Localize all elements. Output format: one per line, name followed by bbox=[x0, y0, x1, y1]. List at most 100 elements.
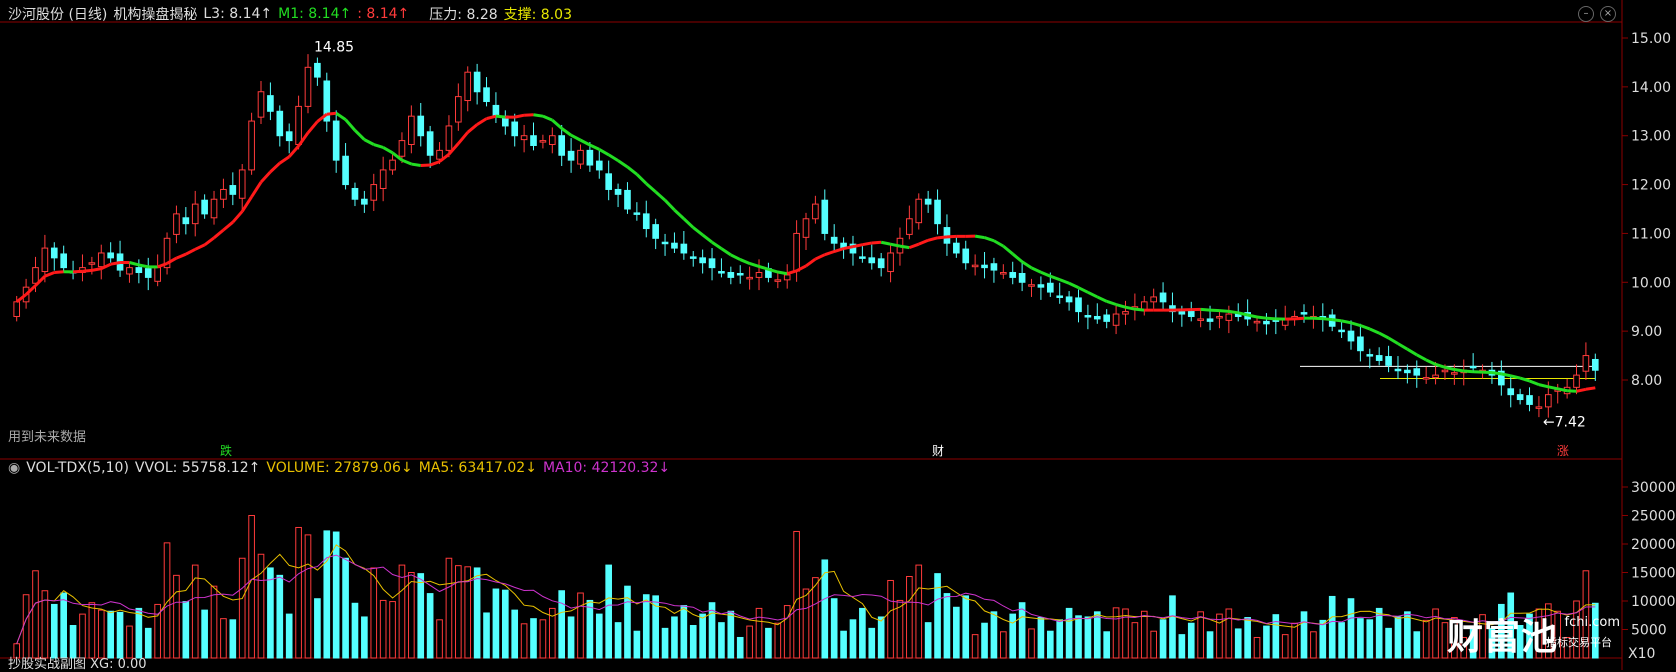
volume-bar bbox=[775, 623, 781, 658]
watermark-tag: 指标交易平台 bbox=[1546, 634, 1612, 650]
candle-body bbox=[982, 265, 988, 267]
candle-body bbox=[1207, 319, 1213, 321]
candle-body bbox=[1574, 375, 1580, 387]
price-axis: 8.009.0010.0011.0012.0013.0014.0015.00 bbox=[1622, 31, 1671, 389]
collapse-icon[interactable]: ◉ bbox=[8, 460, 20, 476]
candle-body bbox=[1104, 315, 1110, 321]
volume-bar bbox=[1170, 596, 1176, 658]
volume-axis: 50001000015000200002500030000 bbox=[1622, 480, 1676, 639]
zhang-marker: 涨 bbox=[1557, 443, 1569, 458]
ma-segment bbox=[825, 252, 834, 255]
ma-segment bbox=[1539, 385, 1548, 387]
candle-body bbox=[239, 170, 245, 198]
ma-segment bbox=[1248, 315, 1257, 317]
ma-segment bbox=[364, 140, 373, 145]
volume-bar bbox=[559, 591, 565, 658]
candle-body bbox=[315, 63, 321, 77]
volume-bar bbox=[484, 613, 490, 658]
ma-segment bbox=[111, 262, 120, 264]
volume-bar bbox=[1104, 632, 1110, 658]
volume-bar bbox=[756, 608, 762, 658]
ma-segment bbox=[674, 210, 683, 219]
candle-body bbox=[831, 237, 837, 243]
candle-body bbox=[521, 136, 527, 140]
candle-body bbox=[155, 268, 161, 282]
volume-bar bbox=[878, 617, 884, 658]
candle-body bbox=[1395, 369, 1401, 371]
ma-segment bbox=[806, 259, 815, 266]
volume-bar bbox=[935, 574, 941, 658]
volume-bar bbox=[427, 594, 433, 658]
ma-segment bbox=[552, 120, 561, 128]
volume-bar bbox=[230, 620, 236, 658]
volume-bar bbox=[766, 628, 772, 658]
candle-body bbox=[456, 97, 462, 122]
ma-segment bbox=[731, 255, 740, 260]
volume-bar bbox=[719, 623, 725, 658]
ma-segment bbox=[1454, 369, 1463, 370]
candle-body bbox=[399, 141, 405, 157]
candle-body bbox=[1452, 373, 1458, 375]
volume-bar bbox=[1254, 637, 1260, 658]
ma-segment bbox=[1266, 318, 1275, 319]
minimize-icon[interactable]: – bbox=[1578, 6, 1594, 22]
volume-bar bbox=[98, 610, 104, 658]
ma-segment bbox=[599, 149, 608, 154]
volume-bar bbox=[89, 603, 95, 658]
volume-bar bbox=[954, 607, 960, 658]
price-tick-label: 13.00 bbox=[1631, 129, 1671, 145]
volume-bar bbox=[446, 558, 452, 658]
ma-segment bbox=[1219, 311, 1228, 312]
ma-segment bbox=[759, 266, 768, 269]
candle-body bbox=[775, 280, 781, 282]
ma-segment bbox=[1464, 371, 1473, 372]
candle-body bbox=[174, 214, 180, 235]
volume-bar bbox=[831, 599, 837, 658]
ma-segment bbox=[1013, 254, 1022, 262]
volume-bar bbox=[662, 628, 668, 658]
ma10-value: MA10: 42120.32↓ bbox=[543, 460, 670, 476]
volume-bar bbox=[343, 558, 349, 658]
ma-segment bbox=[1107, 301, 1116, 304]
candle-body bbox=[878, 259, 884, 268]
indicator-name[interactable]: 机构操盘揭秘 bbox=[113, 4, 197, 24]
close-icon[interactable]: × bbox=[1600, 6, 1616, 22]
ma-segment bbox=[308, 122, 317, 133]
volume-bar bbox=[672, 617, 678, 658]
candle-body bbox=[352, 188, 358, 199]
volume-bar bbox=[1085, 617, 1091, 658]
volume-bar bbox=[587, 600, 593, 658]
candle-body bbox=[249, 121, 255, 170]
ma-segment bbox=[1097, 297, 1106, 301]
volume-bar bbox=[362, 617, 368, 658]
candle-body bbox=[784, 275, 790, 280]
ma-segment bbox=[270, 163, 279, 172]
ma-segment bbox=[1586, 388, 1595, 389]
ma-segment bbox=[750, 263, 759, 266]
candle-body bbox=[1414, 369, 1420, 375]
candle-body bbox=[427, 132, 433, 155]
stock-title[interactable]: 沙河股份 (日线) bbox=[8, 4, 107, 24]
vol-indicator-name[interactable]: VOL-TDX(5,10) bbox=[26, 460, 129, 476]
volume-bar bbox=[521, 624, 527, 658]
candle-body bbox=[549, 136, 555, 145]
volume-bar bbox=[907, 576, 913, 658]
volume-bar bbox=[888, 580, 894, 658]
ma-segment bbox=[1342, 321, 1351, 323]
volume-bar bbox=[249, 516, 255, 659]
high-price-label: 14.85 bbox=[314, 39, 354, 55]
candle-body bbox=[14, 302, 20, 317]
candle-body bbox=[916, 199, 922, 222]
candle-body bbox=[89, 263, 95, 265]
volume-bar bbox=[1141, 611, 1147, 658]
volume-tick-label: 25000 bbox=[1631, 509, 1676, 525]
candle-body bbox=[390, 160, 396, 170]
volume-tick-label: 20000 bbox=[1631, 537, 1676, 553]
candle-body bbox=[869, 258, 875, 263]
support-value: 支撑: 8.03 bbox=[504, 4, 572, 24]
volume-bar bbox=[371, 568, 377, 658]
candle-body bbox=[1508, 389, 1514, 395]
bottom-panel-label: 抄股实战副图 XG: 0.00 bbox=[8, 652, 147, 672]
candle-body bbox=[568, 151, 574, 160]
candle-body bbox=[681, 244, 687, 253]
